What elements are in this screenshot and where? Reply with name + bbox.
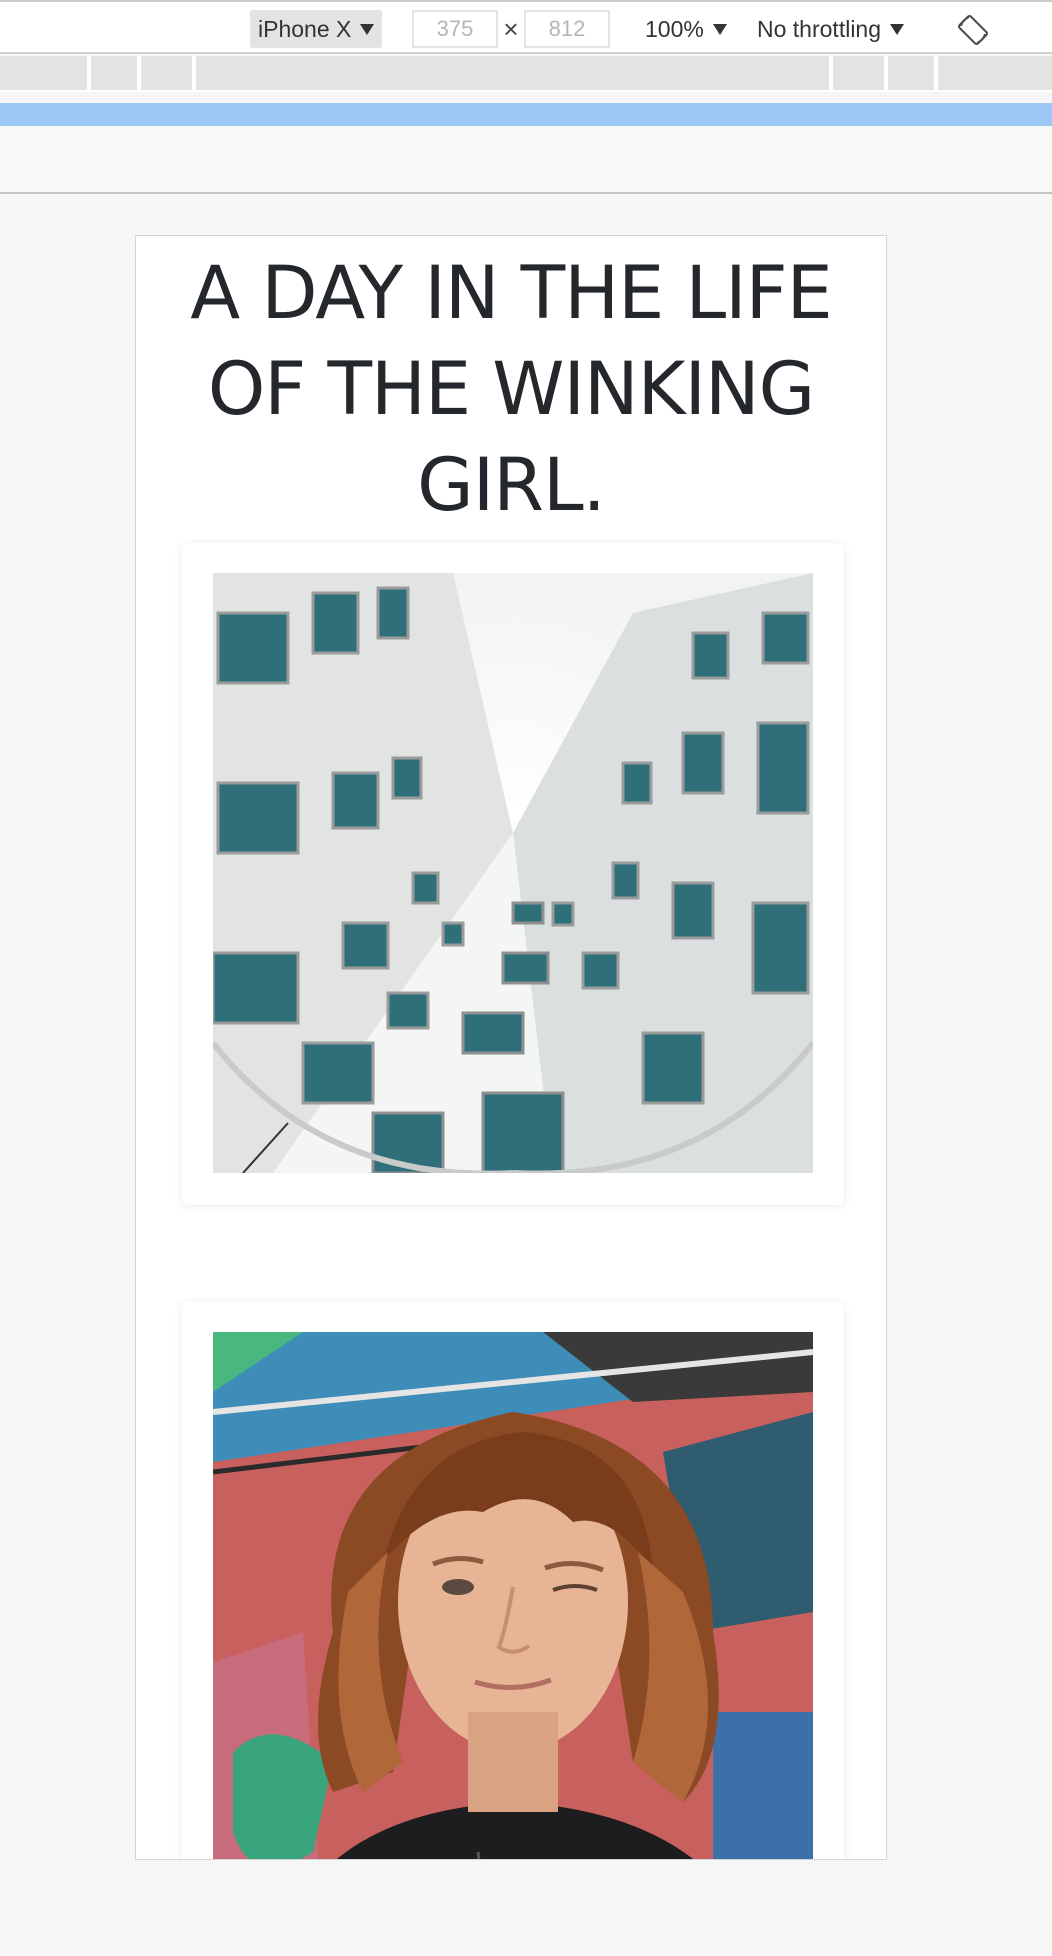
breakpoint-segment[interactable] <box>888 56 934 90</box>
page-title-line: GIRL. <box>417 443 606 528</box>
dimension-separator: × <box>503 14 519 44</box>
caret-down-icon <box>360 23 375 35</box>
height-input[interactable] <box>524 10 610 48</box>
caret-down-icon <box>712 23 727 35</box>
breakpoint-segment[interactable] <box>196 56 829 90</box>
zoom-select-label: 100% <box>645 15 704 42</box>
image-card <box>182 1302 844 1859</box>
breakpoint-bar <box>0 56 1052 92</box>
breakpoint-segment[interactable] <box>141 56 192 90</box>
page-title-line: A DAY IN THE LIFE <box>190 251 833 336</box>
rotate-device-icon <box>957 14 989 46</box>
device-select[interactable]: iPhone X <box>250 10 382 48</box>
breakpoint-segment[interactable] <box>938 56 1052 90</box>
winking-girl-photo <box>213 1332 813 1859</box>
page-title-line: OF THE WINKING <box>207 347 815 432</box>
media-query-bar[interactable] <box>0 103 1052 126</box>
zoom-select[interactable]: 100% <box>645 10 727 48</box>
throttling-select[interactable]: No throttling <box>757 10 905 48</box>
device-viewport: A DAY IN THE LIFE OF THE WINKING GIRL. <box>135 235 887 1860</box>
building-photo <box>213 573 813 1173</box>
caret-down-icon <box>890 23 905 35</box>
width-input[interactable] <box>412 10 498 48</box>
ruler <box>0 126 1052 194</box>
breakpoint-segment[interactable] <box>0 56 87 90</box>
image-card <box>182 543 844 1205</box>
breakpoint-segment[interactable] <box>91 56 137 90</box>
device-toolbar: iPhone X × 100% No throttling <box>0 0 1052 54</box>
device-select-label: iPhone X <box>258 15 352 42</box>
breakpoint-segment[interactable] <box>833 56 884 90</box>
page-title: A DAY IN THE LIFE OF THE WINKING GIRL. <box>136 246 886 534</box>
rotate-button[interactable] <box>955 12 991 48</box>
throttling-select-label: No throttling <box>757 15 882 42</box>
devtools-responsive-view: iPhone X × 100% No throttling <box>0 0 1052 1956</box>
